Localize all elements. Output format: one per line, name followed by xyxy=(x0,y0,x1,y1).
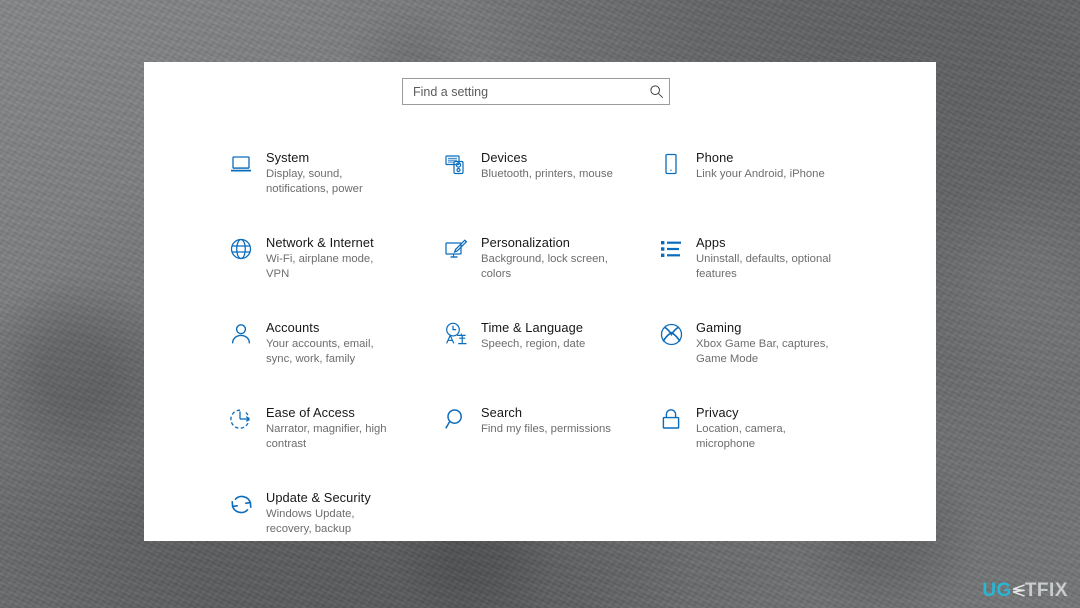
category-text: Accounts Your accounts, email, sync, wor… xyxy=(266,319,398,367)
category-title: Ease of Access xyxy=(266,405,355,420)
category-text: Gaming Xbox Game Bar, captures, Game Mod… xyxy=(696,319,838,367)
category-subtitle: Speech, region, date xyxy=(481,338,586,350)
category-text: Phone Link your Android, iPhone xyxy=(696,149,825,182)
category-title: System xyxy=(266,150,310,165)
category-subtitle: Windows Update, recovery, backup xyxy=(266,508,355,535)
settings-category-phone[interactable]: Phone Link your Android, iPhone xyxy=(656,128,886,213)
globe-icon xyxy=(226,234,256,264)
category-title: Gaming xyxy=(696,320,742,335)
category-title: Phone xyxy=(696,150,734,165)
watermark-part-one: UG xyxy=(982,580,1012,601)
settings-window: System Display, sound, notifications, po… xyxy=(144,62,936,541)
category-text: System Display, sound, notifications, po… xyxy=(266,149,398,197)
category-title: Apps xyxy=(696,235,726,250)
category-text: Network & Internet Wi-Fi, airplane mode,… xyxy=(266,234,398,282)
settings-category-gaming[interactable]: Gaming Xbox Game Bar, captures, Game Mod… xyxy=(656,298,886,383)
settings-category-update-security[interactable]: Update & Security Windows Update, recove… xyxy=(226,468,441,553)
app-list-icon xyxy=(656,234,686,264)
category-text: Update & Security Windows Update, recove… xyxy=(266,489,398,537)
category-title: Accounts xyxy=(266,320,320,335)
category-text: Privacy Location, camera, microphone xyxy=(696,404,838,452)
category-subtitle: Background, lock screen, colors xyxy=(481,253,608,280)
settings-category-apps[interactable]: Apps Uninstall, defaults, optional featu… xyxy=(656,213,886,298)
settings-category-personalization[interactable]: Personalization Background, lock screen,… xyxy=(441,213,656,298)
settings-category-time-language[interactable]: Time & Language Speech, region, date xyxy=(441,298,656,383)
search-row xyxy=(144,62,936,128)
magnifier-icon xyxy=(441,404,471,434)
settings-category-devices[interactable]: Devices Bluetooth, printers, mouse xyxy=(441,128,656,213)
category-grid: System Display, sound, notifications, po… xyxy=(144,128,936,553)
category-subtitle: Uninstall, defaults, optional features xyxy=(696,253,832,280)
category-subtitle: Narrator, magnifier, high contrast xyxy=(266,423,387,450)
settings-category-network-internet[interactable]: Network & Internet Wi-Fi, airplane mode,… xyxy=(226,213,441,298)
category-subtitle: Link your Android, iPhone xyxy=(696,168,825,180)
category-subtitle: Xbox Game Bar, captures, Game Mode xyxy=(696,338,829,365)
category-text: Ease of Access Narrator, magnifier, high… xyxy=(266,404,398,452)
category-text: Search Find my files, permissions xyxy=(481,404,611,437)
settings-category-privacy[interactable]: Privacy Location, camera, microphone xyxy=(656,383,886,468)
category-text: Time & Language Speech, region, date xyxy=(481,319,585,352)
watermark-e-glyph xyxy=(1011,583,1026,598)
category-subtitle: Find my files, permissions xyxy=(481,423,611,435)
category-subtitle: Wi-Fi, airplane mode, VPN xyxy=(266,253,374,280)
laptop-icon xyxy=(226,149,256,179)
xbox-icon xyxy=(656,319,686,349)
search-input[interactable] xyxy=(403,79,643,104)
category-subtitle: Bluetooth, printers, mouse xyxy=(481,168,613,180)
category-title: Devices xyxy=(481,150,528,165)
category-text: Personalization Background, lock screen,… xyxy=(481,234,613,282)
category-text: Apps Uninstall, defaults, optional featu… xyxy=(696,234,838,282)
lock-icon xyxy=(656,404,686,434)
person-icon xyxy=(226,319,256,349)
monitor-brush-icon xyxy=(441,234,471,264)
phone-icon xyxy=(656,149,686,179)
settings-category-ease-of-access[interactable]: Ease of Access Narrator, magnifier, high… xyxy=(226,383,441,468)
category-subtitle: Location, camera, microphone xyxy=(696,423,786,450)
category-title: Personalization xyxy=(481,235,570,250)
category-title: Search xyxy=(481,405,523,420)
keyboard-mouse-icon xyxy=(441,149,471,179)
ease-of-access-icon xyxy=(226,404,256,434)
category-text: Devices Bluetooth, printers, mouse xyxy=(481,149,613,182)
category-subtitle: Display, sound, notifications, power xyxy=(266,168,363,195)
watermark-part-two: TFIX xyxy=(1024,580,1068,601)
settings-category-system[interactable]: System Display, sound, notifications, po… xyxy=(226,128,441,213)
category-title: Time & Language xyxy=(481,320,584,335)
search-box[interactable] xyxy=(402,78,670,105)
refresh-arrows-icon xyxy=(226,489,256,519)
clock-language-icon xyxy=(441,319,471,349)
ugetfix-watermark: UG TFIX xyxy=(982,581,1068,600)
category-title: Privacy xyxy=(696,405,739,420)
category-subtitle: Your accounts, email, sync, work, family xyxy=(266,338,374,365)
category-title: Network & Internet xyxy=(266,235,374,250)
search-icon[interactable] xyxy=(643,79,669,104)
settings-category-search[interactable]: Search Find my files, permissions xyxy=(441,383,656,468)
category-title: Update & Security xyxy=(266,490,371,505)
settings-category-accounts[interactable]: Accounts Your accounts, email, sync, wor… xyxy=(226,298,441,383)
